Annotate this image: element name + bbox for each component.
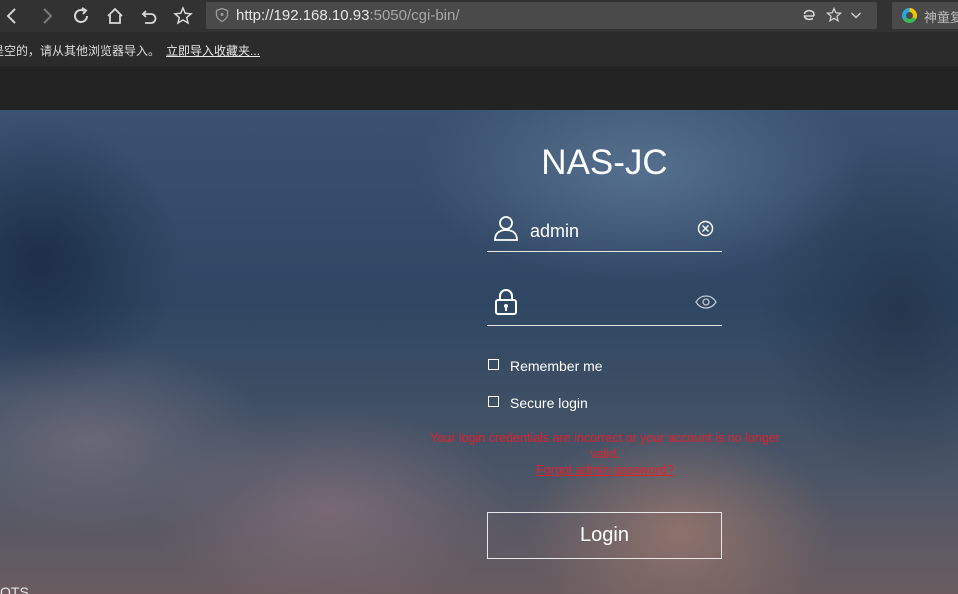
login-page: NAS-JC admin Remember me Secure login Yo… — [0, 110, 958, 594]
clear-icon[interactable] — [697, 220, 714, 237]
login-error: Your login credentials are incorrect or … — [430, 430, 780, 478]
undo-icon — [141, 10, 157, 24]
favorite-button[interactable] — [171, 4, 195, 28]
password-field[interactable] — [487, 281, 722, 326]
ie-compat-icon[interactable] — [801, 7, 817, 23]
url-text: http://192.168.10.93:5050/cgi-bin/ — [236, 7, 460, 24]
error-message: Your login credentials are incorrect or … — [430, 431, 780, 461]
user-icon — [494, 216, 518, 241]
star-icon — [173, 6, 193, 25]
chevron-down-icon[interactable] — [848, 7, 864, 23]
back-icon — [6, 8, 16, 24]
password-input[interactable] — [530, 291, 684, 317]
eye-icon[interactable] — [695, 294, 717, 310]
refresh-button[interactable] — [69, 4, 93, 28]
import-notice-bar: 是空的，请从其他浏览器导入。 立即导入收藏夹... — [0, 32, 958, 66]
app-header — [0, 66, 958, 110]
username-value[interactable]: admin — [530, 221, 579, 242]
secure-login-label: Secure login — [510, 395, 588, 411]
search-text: 神童复 — [924, 10, 958, 25]
import-favorites-link[interactable]: 立即导入收藏夹... — [166, 42, 260, 59]
forgot-password-link[interactable]: Forgot admin password? — [430, 462, 780, 478]
login-button[interactable]: Login — [487, 512, 722, 559]
notice-text: 是空的，请从其他浏览器导入。 — [0, 44, 161, 58]
search-box[interactable]: 神童复 — [892, 2, 958, 29]
shield-icon — [215, 7, 229, 23]
address-bar[interactable]: http://192.168.10.93:5050/cgi-bin/ — [206, 2, 877, 29]
undo-close-button[interactable] — [137, 4, 161, 28]
back-button[interactable] — [0, 4, 24, 28]
remember-me-label: Remember me — [510, 358, 603, 374]
bottom-text-fragment: OTS — [0, 584, 29, 594]
lock-icon — [495, 289, 517, 315]
forward-icon — [43, 8, 53, 24]
browser-toolbar: http://192.168.10.93:5050/cgi-bin/ 神童复 — [0, 0, 958, 32]
forward-button[interactable] — [35, 4, 59, 28]
home-button[interactable] — [103, 4, 127, 28]
secure-login-checkbox[interactable] — [488, 396, 499, 407]
username-field[interactable]: admin — [487, 207, 722, 252]
home-icon — [107, 7, 123, 24]
bookmark-star-icon[interactable] — [826, 7, 842, 23]
search-engine-icon — [902, 8, 917, 23]
device-title: NAS-JC — [541, 143, 668, 182]
refresh-icon — [74, 7, 88, 23]
remember-me-checkbox[interactable] — [488, 359, 499, 370]
